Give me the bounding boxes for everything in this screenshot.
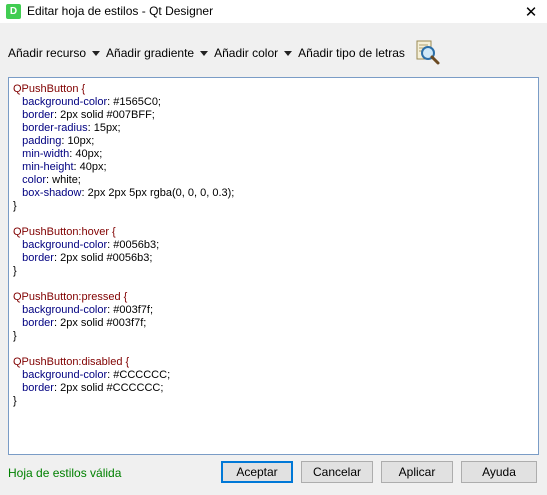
code-line: }	[13, 200, 534, 213]
window-title: Editar hoja de estilos - Qt Designer	[27, 4, 214, 18]
css-value: : 10px;	[61, 135, 95, 147]
css-property: border	[13, 252, 54, 264]
code-line: QPushButton {	[13, 83, 534, 96]
cancel-button[interactable]: Cancelar	[301, 461, 373, 483]
code-line: min-height: 40px;	[13, 161, 534, 174]
css-value: : 2px solid #CCCCCC;	[53, 382, 164, 394]
code-line: color: white;	[13, 174, 534, 187]
code-line: }	[13, 330, 534, 343]
css-value: : #0056b3;	[107, 239, 160, 251]
code-line: background-color: #003f7f;	[13, 304, 534, 317]
css-value: : #1565C0;	[107, 96, 161, 108]
code-line: QPushButton:pressed {	[13, 291, 534, 304]
code-line: background-color: #0056b3;	[13, 239, 534, 252]
status-label: Hoja de estilos válida	[8, 466, 122, 480]
code-line: border-radius: 15px;	[13, 122, 534, 135]
css-selector: QPushButton:hover {	[13, 226, 116, 238]
code-line: QPushButton:disabled {	[13, 356, 534, 369]
stylesheet-editor-dialog: D Editar hoja de estilos - Qt Designer ✕…	[0, 0, 547, 495]
css-property: background-color	[13, 369, 108, 381]
css-property: border	[13, 382, 54, 394]
css-property: background-color	[13, 96, 108, 108]
css-value: : 15px;	[87, 122, 121, 134]
qt-designer-app-icon: D	[6, 4, 21, 19]
css-value: }	[13, 395, 17, 407]
close-icon[interactable]: ✕	[515, 0, 547, 23]
css-value: : 2px solid #0056b3;	[53, 252, 153, 264]
css-value: : 40px;	[73, 161, 107, 173]
css-value: : 2px solid #007BFF;	[53, 109, 155, 121]
add-color-label: Añadir color	[214, 46, 279, 60]
css-property: background-color	[13, 239, 108, 251]
stylesheet-text-editor[interactable]: QPushButton { background-color: #1565C0;…	[8, 77, 539, 455]
code-line: border: 2px solid #0056b3;	[13, 252, 534, 265]
code-line: border: 2px solid #CCCCCC;	[13, 382, 534, 395]
magnifier-document-icon[interactable]	[413, 39, 441, 67]
add-font-button[interactable]: Añadir tipo de letras	[298, 46, 405, 60]
chevron-down-icon	[284, 50, 293, 56]
css-value: : 2px 2px 5px rgba(0, 0, 0, 0.3);	[81, 187, 235, 199]
add-color-dropdown[interactable]: Añadir color	[214, 46, 293, 60]
chevron-down-icon	[200, 50, 209, 56]
css-value: : #003f7f;	[107, 304, 154, 316]
css-selector: QPushButton:disabled {	[13, 356, 130, 368]
css-selector: QPushButton {	[13, 83, 86, 95]
css-value: }	[13, 330, 17, 342]
css-property: border	[13, 317, 54, 329]
css-selector: QPushButton:pressed {	[13, 291, 128, 303]
title-bar: D Editar hoja de estilos - Qt Designer ✕	[0, 0, 547, 23]
css-property: min-width	[13, 148, 70, 160]
add-resource-dropdown[interactable]: Añadir recurso	[8, 46, 101, 60]
code-line: min-width: 40px;	[13, 148, 534, 161]
code-line: background-color: #CCCCCC;	[13, 369, 534, 382]
code-line: QPushButton:hover {	[13, 226, 534, 239]
css-value: : #CCCCCC;	[107, 369, 171, 381]
code-line: padding: 10px;	[13, 135, 534, 148]
add-resource-label: Añadir recurso	[8, 46, 87, 60]
code-line: }	[13, 265, 534, 278]
accept-button[interactable]: Aceptar	[221, 461, 293, 483]
css-value: : 2px solid #003f7f;	[53, 317, 147, 329]
apply-button[interactable]: Aplicar	[381, 461, 453, 483]
css-property: color	[13, 174, 47, 186]
css-property: background-color	[13, 304, 108, 316]
css-property: border-radius	[13, 122, 88, 134]
code-line: background-color: #1565C0;	[13, 96, 534, 109]
chevron-down-icon	[92, 50, 101, 56]
code-line: border: 2px solid #007BFF;	[13, 109, 534, 122]
code-line: }	[13, 395, 534, 408]
css-property: min-height	[13, 161, 74, 173]
css-property: padding	[13, 135, 62, 147]
add-gradient-dropdown[interactable]: Añadir gradiente	[106, 46, 209, 60]
code-line: border: 2px solid #003f7f;	[13, 317, 534, 330]
code-line: box-shadow: 2px 2px 5px rgba(0, 0, 0, 0.…	[13, 187, 534, 200]
toolbar: Añadir recurso Añadir gradiente Añadir c…	[8, 38, 441, 68]
help-button[interactable]: Ayuda	[461, 461, 537, 483]
css-value: : white;	[46, 174, 81, 186]
css-property: border	[13, 109, 54, 121]
css-value: }	[13, 200, 17, 212]
add-font-label: Añadir tipo de letras	[298, 46, 405, 60]
css-value: : 40px;	[69, 148, 103, 160]
css-value: }	[13, 265, 17, 277]
add-gradient-label: Añadir gradiente	[106, 46, 195, 60]
css-property: box-shadow	[13, 187, 82, 199]
